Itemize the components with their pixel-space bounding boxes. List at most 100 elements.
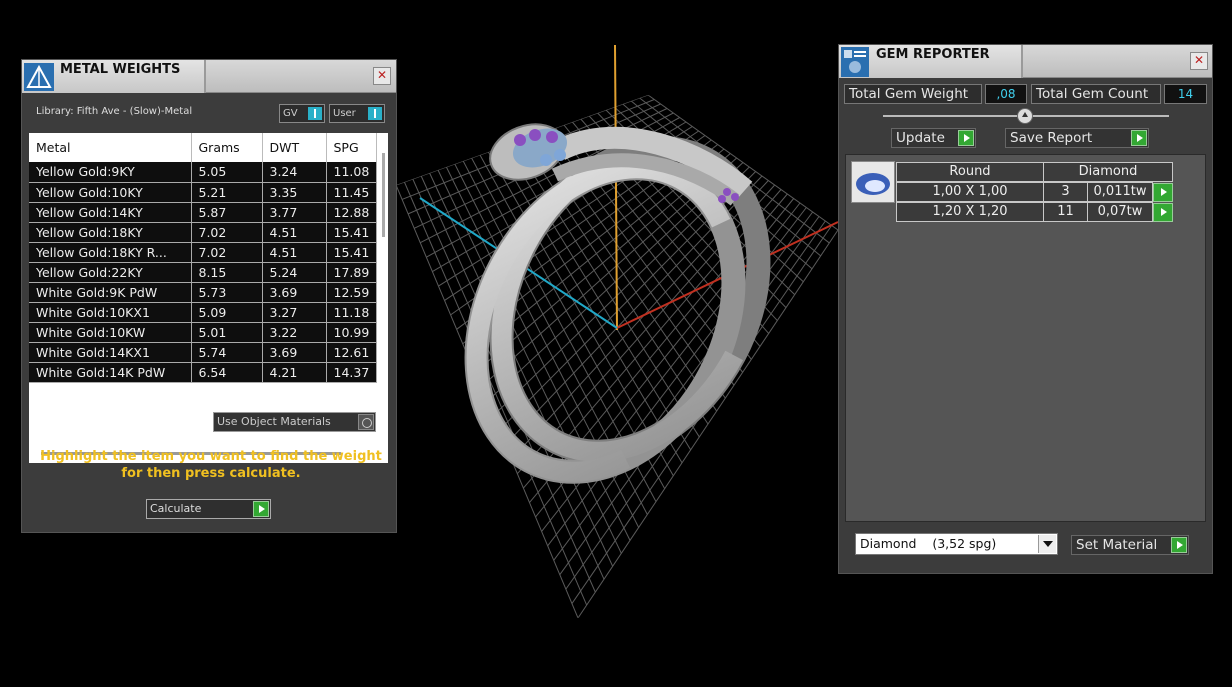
play-icon [958,130,974,146]
gem-shape-header: Round [896,162,1044,182]
table-row[interactable]: Yellow Gold:18KY 7.02 4.51 15.41 [29,222,378,243]
table-row[interactable]: White Gold:10KX1 5.09 3.27 11.18 [29,302,378,323]
table-cell: Yellow Gold:14KY [29,202,192,223]
close-icon[interactable]: ✕ [373,67,391,85]
table-cell: 3.22 [262,322,327,343]
table-cell: 3.69 [262,282,327,303]
table-cell: 11.45 [326,182,378,203]
gem-stone [723,188,731,196]
table-cell: 5.73 [191,282,263,303]
gem-report-icon [841,47,869,77]
table-cell: 5.24 [262,262,327,283]
total-gem-count-label: Total Gem Count [1031,84,1161,104]
table-row[interactable]: Yellow Gold:9KY 5.05 3.24 11.08 [29,162,378,183]
grid-line [553,211,814,561]
table-row[interactable]: White Gold:14KX1 5.74 3.69 12.61 [29,342,378,363]
total-gem-weight-label: Total Gem Weight [844,84,982,104]
select-gem-row-icon[interactable] [1153,183,1173,202]
table-cell: 15.41 [326,222,378,243]
table-cell: 4.21 [262,362,327,383]
table-cell: 5.21 [191,182,263,203]
round-gem-icon[interactable] [851,161,895,203]
total-gem-count-value: 14 [1164,84,1207,104]
table-cell: 3.27 [262,302,327,323]
play-icon [253,501,269,517]
gv-toggle[interactable]: GV [279,104,325,123]
use-object-materials-label: Use Object Materials [217,415,331,428]
library-label: Library: Fifth Ave - (Slow)-Metal [36,106,193,117]
gem-reporter-titlebar[interactable]: GEM REPORTER ✕ [839,45,1212,78]
table-cell: Yellow Gold:18KY [29,222,192,243]
gem-list[interactable]: Round Diamond 1,00 X 1,00 3 0,011tw 1,20 X … [845,154,1206,522]
table-cell: 11.08 [326,162,378,183]
set-material-label: Set Material [1076,537,1158,553]
table-row[interactable]: White Gold:9K PdW 5.73 3.69 12.59 [29,282,378,303]
radio-icon [358,414,374,430]
material-select-value: Diamond (3,52 spg) [860,536,997,551]
table-row[interactable]: White Gold:10KW 5.01 3.22 10.99 [29,322,378,343]
table-row[interactable]: Yellow Gold:14KY 5.87 3.77 12.88 [29,202,378,223]
table-cell: 6.54 [191,362,263,383]
table-cell: 8.15 [191,262,263,283]
column-header[interactable]: SPG [326,133,378,162]
table-cell: 12.59 [326,282,378,303]
user-toggle-label: User [333,108,356,119]
update-label: Update [896,130,945,146]
table-cell: White Gold:10KX1 [29,302,192,323]
instruction-text: Highlight the item you want to find the … [40,449,382,481]
table-row[interactable]: White Gold:14K PdW 6.54 4.21 14.37 [29,362,378,383]
table-cell: 4.51 [262,242,327,263]
table-cell: White Gold:9K PdW [29,282,192,303]
update-button[interactable]: Update [891,128,976,148]
gem-stone [529,129,541,141]
table-cell: 17.89 [326,262,378,283]
table-cell: 3.24 [262,162,327,183]
save-report-button[interactable]: Save Report [1005,128,1149,148]
column-header[interactable]: Metal [29,133,192,162]
scale-icon [24,63,54,91]
table-cell: 5.87 [191,202,263,223]
table-cell: 7.02 [191,222,263,243]
gem-stone [540,154,552,166]
gem-stone [554,149,566,161]
table-cell: 15.41 [326,242,378,263]
table-cell: 10.99 [326,322,378,343]
calculate-button[interactable]: Calculate [146,499,271,519]
play-icon [1131,130,1147,146]
select-gem-row-icon[interactable] [1153,203,1173,222]
table-cell: 5.05 [191,162,263,183]
vertical-scrollbar[interactable] [382,153,385,237]
toggle-knob-icon [368,107,382,120]
calculate-label: Calculate [150,502,202,515]
use-object-materials-toggle[interactable]: Use Object Materials [213,412,376,432]
table-cell: 3.69 [262,342,327,363]
gem-weight-cell: 0,07tw [1087,202,1153,222]
table-cell: 11.18 [326,302,378,323]
slider-handle[interactable] [1017,108,1033,124]
table-row[interactable]: Yellow Gold:22KY 8.15 5.24 17.89 [29,262,378,283]
column-header[interactable]: DWT [262,133,327,162]
gem-count-cell: 3 [1043,182,1088,202]
table-cell: White Gold:10KW [29,322,192,343]
gem-count-cell: 11 [1043,202,1088,222]
table-row[interactable]: Yellow Gold:10KY 5.21 3.35 11.45 [29,182,378,203]
set-material-button[interactable]: Set Material [1071,535,1189,555]
metal-weights-titlebar[interactable]: METAL WEIGHTS ✕ [22,60,396,93]
table-cell: 3.77 [262,202,327,223]
table-cell: 14.37 [326,362,378,383]
material-select[interactable]: Diamond (3,52 spg) [855,533,1058,555]
total-gem-weight-value: ,08 [985,84,1027,104]
gem-type-header: Diamond [1043,162,1173,182]
save-report-label: Save Report [1010,130,1093,146]
close-icon[interactable]: ✕ [1190,52,1208,70]
table-cell: 5.74 [191,342,263,363]
column-header[interactable]: Grams [191,133,263,162]
table-cell: 4.51 [262,222,327,243]
gem-size-cell: 1,00 X 1,00 [896,182,1044,202]
table-cell: 5.01 [191,322,263,343]
table-row[interactable]: Yellow Gold:18KY R... 7.02 4.51 15.41 [29,242,378,263]
user-toggle[interactable]: User [329,104,385,123]
gem-stone [546,131,558,143]
play-icon [1171,537,1187,553]
table-cell: 12.61 [326,342,378,363]
